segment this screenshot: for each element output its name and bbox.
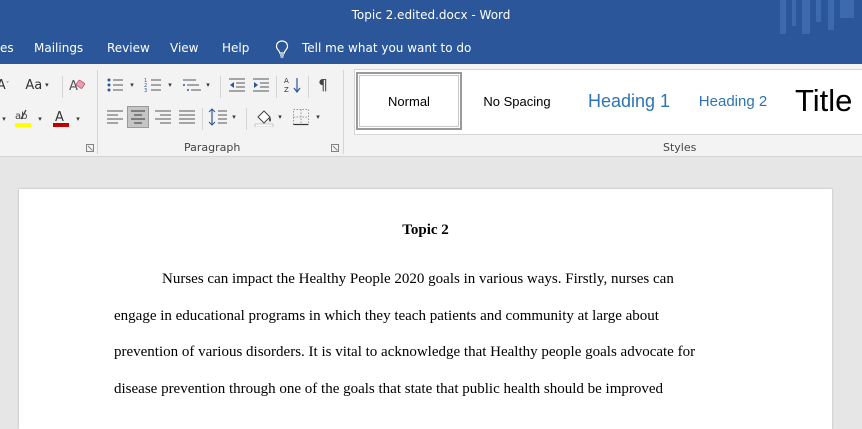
- styles-group-label: Styles: [663, 141, 697, 154]
- ribbon-divider: [202, 108, 203, 130]
- ribbon-divider: [343, 70, 344, 154]
- lightbulb-icon[interactable]: [274, 39, 290, 59]
- align-center-button[interactable]: [127, 106, 149, 128]
- bullets-icon[interactable]: [106, 77, 126, 93]
- align-center-icon: [131, 110, 145, 124]
- line-spacing-icon[interactable]: [208, 108, 228, 126]
- chevron-down-icon[interactable]: ▾: [230, 109, 238, 125]
- ribbon-divider: [308, 76, 309, 98]
- ribbon-divider: [62, 76, 63, 98]
- chevron-down-icon[interactable]: ▾: [166, 77, 174, 93]
- chevron-down-icon: ▾: [45, 81, 49, 89]
- menu-item-help[interactable]: Help: [222, 41, 249, 55]
- style-heading-1-label: Heading 1: [587, 90, 671, 111]
- shrink-font-button[interactable]: Aˇ: [0, 76, 10, 94]
- align-right-icon[interactable]: [154, 109, 172, 125]
- paragraph-line: disease prevention through one of the go…: [114, 381, 664, 397]
- paragraph-line: engage in educational programs in which …: [114, 308, 659, 324]
- paragraph-group-label: Paragraph: [184, 141, 241, 154]
- shading-icon[interactable]: [254, 107, 274, 127]
- change-case-icon: Aa: [25, 77, 43, 93]
- svg-text:A: A: [55, 110, 64, 125]
- ribbon-divider: [246, 108, 247, 130]
- ribbon-divider: [97, 70, 98, 154]
- justify-icon[interactable]: [178, 109, 196, 125]
- document-page[interactable]: Topic 2 Nurses can impact the Healthy Pe…: [19, 189, 832, 429]
- style-heading-1[interactable]: Heading 1: [571, 72, 687, 130]
- ribbon: Aˇ Aa ▾ A ▾ ab ▾ A ▾ ▾ 1 2 3 ▾ ▾ A Z ¶ ▾…: [0, 64, 862, 157]
- increase-indent-icon[interactable]: [252, 77, 270, 93]
- highlighter-icon[interactable]: ab: [14, 108, 32, 128]
- svg-text:Z: Z: [284, 86, 289, 94]
- title-bar: Topic 2.edited.docx - Word: [0, 0, 862, 34]
- chevron-down-icon[interactable]: ▾: [276, 109, 284, 125]
- chevron-down-icon[interactable]: ▾: [74, 110, 82, 128]
- menu-bar: es Mailings Review View Help Tell me wha…: [0, 34, 862, 64]
- menu-item-view[interactable]: View: [170, 41, 198, 55]
- style-title[interactable]: Title: [795, 72, 862, 130]
- style-heading-2-label: Heading 2: [698, 92, 768, 110]
- chevron-down-icon[interactable]: ▾: [36, 110, 44, 128]
- ribbon-divider: [276, 76, 277, 98]
- style-normal[interactable]: Normal: [356, 72, 462, 130]
- show-formatting-marks-icon[interactable]: ¶: [314, 76, 332, 94]
- chevron-down-icon[interactable]: ▾: [0, 110, 8, 128]
- style-title-label: Title: [795, 83, 853, 118]
- borders-icon[interactable]: [292, 108, 310, 126]
- svg-text:ab: ab: [15, 111, 27, 122]
- tell-me-search[interactable]: Tell me what you want to do: [302, 41, 471, 55]
- document-title: Topic 2: [402, 222, 449, 238]
- sort-icon[interactable]: A Z: [284, 76, 302, 94]
- chevron-down-icon[interactable]: ▾: [314, 109, 322, 125]
- align-left-icon[interactable]: [106, 109, 124, 125]
- svg-text:3: 3: [144, 88, 147, 93]
- paragraph-line: prevention of various disorders. It is v…: [114, 344, 696, 360]
- style-normal-label: Normal: [388, 93, 430, 109]
- menu-item-references[interactable]: es: [0, 41, 14, 55]
- clear-formatting-icon[interactable]: A: [68, 77, 86, 93]
- multilevel-list-icon[interactable]: [182, 77, 202, 93]
- svg-text:A: A: [284, 77, 289, 85]
- styles-gallery: Normal No Spacing Heading 1 Heading 2 Ti…: [354, 69, 862, 135]
- menu-item-review[interactable]: Review: [107, 41, 150, 55]
- chevron-down-icon[interactable]: ▾: [128, 77, 136, 93]
- style-no-spacing[interactable]: No Spacing: [467, 72, 567, 130]
- svg-text:A: A: [69, 79, 78, 93]
- font-dialog-launcher-icon[interactable]: [86, 144, 94, 152]
- numbering-icon[interactable]: 1 2 3: [144, 77, 164, 93]
- window-title: Topic 2.edited.docx - Word: [351, 8, 511, 22]
- menu-item-mailings[interactable]: Mailings: [34, 41, 83, 55]
- style-no-spacing-label: No Spacing: [483, 93, 551, 109]
- ribbon-divider: [220, 76, 221, 98]
- paragraph-line: Nurses can impact the Healthy People 202…: [162, 271, 674, 287]
- paragraph-dialog-launcher-icon[interactable]: [331, 144, 339, 152]
- change-case-button[interactable]: Aa ▾: [22, 76, 52, 94]
- style-heading-2[interactable]: Heading 2: [689, 72, 777, 130]
- decrease-indent-icon[interactable]: [228, 77, 246, 93]
- font-color-icon[interactable]: A: [52, 108, 70, 128]
- chevron-down-icon[interactable]: ▾: [204, 77, 212, 93]
